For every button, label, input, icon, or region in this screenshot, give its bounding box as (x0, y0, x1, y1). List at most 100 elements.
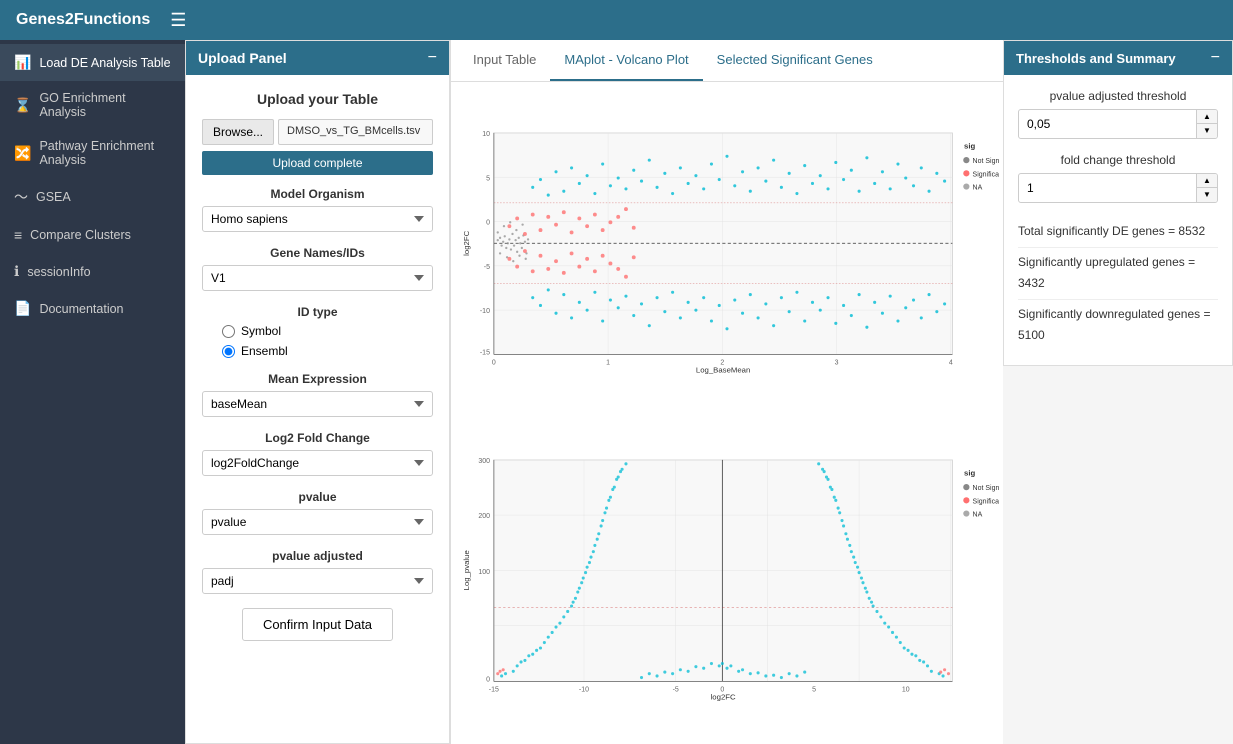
fc-down-spinner[interactable]: ▼ (1197, 188, 1217, 202)
mean-expression-select[interactable]: baseMean logCPM (202, 391, 433, 417)
pvalue-threshold-input[interactable] (1019, 112, 1196, 136)
svg-text:Log_BaseMean: Log_BaseMean (696, 365, 750, 374)
pvalue-threshold-label: pvalue adjusted threshold (1018, 89, 1218, 103)
tabs-bar: Input Table MAplot - Volcano Plot Select… (451, 40, 1003, 82)
file-upload-row: Browse... DMSO_vs_TG_BMcells.tsv (202, 119, 433, 145)
ensembl-radio[interactable] (222, 345, 235, 358)
fc-threshold-row: ▲ ▼ (1018, 173, 1218, 203)
sidebar-item-load-de[interactable]: 📊 Load DE Analysis Table (0, 44, 185, 81)
pvalue-group: pvalue pvalue PValue (202, 490, 433, 535)
stats-section: Total significantly DE genes = 8532 Sign… (1018, 217, 1218, 351)
gene-names-group: Gene Names/IDs V1 V2 V3 (202, 246, 433, 291)
mean-expression-label: Mean Expression (202, 372, 433, 386)
model-organism-group: Model Organism Homo sapiens Mus musculus… (202, 187, 433, 232)
svg-text:-5: -5 (484, 264, 490, 271)
svg-text:Significant: Significant (973, 498, 999, 505)
sidebar-item-label: GO Enrichment Analysis (39, 91, 171, 119)
go-enrichment-icon: ⌛ (14, 97, 31, 114)
sidebar-item-label: Documentation (39, 302, 123, 316)
svg-text:100: 100 (478, 569, 490, 576)
svg-text:sig: sig (964, 468, 975, 477)
mean-expression-group: Mean Expression baseMean logCPM (202, 372, 433, 417)
thresholds-body: pvalue adjusted threshold ▲ ▼ fold chang… (1004, 75, 1232, 365)
sidebar-item-pathway-enrichment[interactable]: 🔀 Pathway Enrichment Analysis (0, 129, 185, 177)
upload-panel: Upload Panel − Upload your Table Browse.… (185, 40, 450, 744)
svg-text:-10: -10 (579, 687, 589, 694)
file-name-display: DMSO_vs_TG_BMcells.tsv (278, 119, 433, 145)
svg-text:5: 5 (812, 687, 816, 694)
volcano-svg: 300 200 100 0 -15 -10 -5 0 5 10 (455, 413, 999, 740)
gene-names-select[interactable]: V1 V2 V3 (202, 265, 433, 291)
sidebar-item-label: sessionInfo (27, 265, 90, 279)
upload-section-title: Upload your Table (202, 91, 433, 107)
load-de-icon: 📊 (14, 54, 31, 71)
svg-text:log2FC: log2FC (462, 230, 471, 255)
svg-text:-10: -10 (480, 308, 490, 315)
tab-input-table[interactable]: Input Table (459, 40, 550, 81)
ensembl-label: Ensembl (241, 344, 288, 358)
symbol-radio[interactable] (222, 325, 235, 338)
fc-threshold-input[interactable] (1019, 176, 1196, 200)
thresholds-panel: Thresholds and Summary − pvalue adjusted… (1003, 40, 1233, 366)
sidebar-item-label: Pathway Enrichment Analysis (39, 139, 171, 167)
ensembl-radio-item: Ensembl (222, 344, 433, 358)
id-type-group: ID type Symbol Ensembl (202, 305, 433, 358)
sidebar-item-compare-clusters[interactable]: ≡ Compare Clusters (0, 217, 185, 253)
fc-spinners: ▲ ▼ (1196, 174, 1217, 202)
svg-text:Not Significant: Not Significant (973, 158, 999, 165)
charts-area: Input Table MAplot - Volcano Plot Select… (450, 40, 1003, 744)
sidebar-item-documentation[interactable]: 📄 Documentation (0, 290, 185, 327)
downregulated-stat: Significantly downregulated genes = 5100 (1018, 300, 1218, 351)
svg-text:log2FC: log2FC (711, 692, 736, 701)
model-organism-select[interactable]: Homo sapiens Mus musculus Rattus norvegi… (202, 206, 433, 232)
gsea-icon: 〜 (14, 187, 28, 207)
maplot-container: 10 5 0 -5 -10 -15 0 1 2 3 4 (455, 86, 999, 413)
sidebar: 📊 Load DE Analysis Table ⌛ GO Enrichment… (0, 40, 185, 744)
svg-text:200: 200 (478, 513, 490, 520)
confirm-input-button[interactable]: Confirm Input Data (242, 608, 393, 641)
svg-text:Significant: Significant (973, 171, 999, 178)
upload-panel-header: Upload Panel − (186, 41, 449, 75)
session-icon: ℹ (14, 263, 19, 280)
svg-text:NA: NA (973, 512, 983, 519)
pvalue-up-spinner[interactable]: ▲ (1197, 110, 1217, 124)
sidebar-item-label: Load DE Analysis Table (39, 56, 170, 70)
pvalue-adj-label: pvalue adjusted (202, 549, 433, 563)
thresholds-minimize[interactable]: − (1211, 49, 1220, 67)
sidebar-item-session-info[interactable]: ℹ sessionInfo (0, 253, 185, 290)
upload-panel-title: Upload Panel (198, 50, 287, 66)
sidebar-item-gsea[interactable]: 〜 GSEA (0, 177, 185, 217)
pvalue-spinners: ▲ ▼ (1196, 110, 1217, 138)
total-de-stat: Total significantly DE genes = 8532 (1018, 217, 1218, 248)
pvalue-threshold-row: ▲ ▼ (1018, 109, 1218, 139)
svg-text:3: 3 (835, 360, 839, 367)
pvalue-adj-select[interactable]: padj FDR (202, 568, 433, 594)
svg-text:10: 10 (482, 131, 490, 138)
brand-title: Genes2Functions (16, 11, 150, 29)
sidebar-item-label: Compare Clusters (30, 228, 131, 242)
navbar: Genes2Functions ☰ (0, 0, 1233, 40)
tab-sig-genes[interactable]: Selected Significant Genes (703, 40, 887, 81)
model-organism-label: Model Organism (202, 187, 433, 201)
thresholds-title: Thresholds and Summary (1016, 51, 1176, 66)
fc-up-spinner[interactable]: ▲ (1197, 174, 1217, 188)
right-area: Input Table MAplot - Volcano Plot Select… (450, 40, 1233, 744)
upload-complete-bar: Upload complete (202, 151, 433, 175)
sidebar-item-label: GSEA (36, 190, 71, 204)
sidebar-item-go-enrichment[interactable]: ⌛ GO Enrichment Analysis (0, 81, 185, 129)
charts-body: 10 5 0 -5 -10 -15 0 1 2 3 4 (451, 82, 1003, 744)
pvalue-select[interactable]: pvalue PValue (202, 509, 433, 535)
upload-panel-minimize[interactable]: − (428, 49, 437, 67)
svg-text:0: 0 (486, 676, 490, 683)
svg-text:300: 300 (478, 458, 490, 465)
compare-icon: ≡ (14, 227, 22, 243)
browse-button[interactable]: Browse... (202, 119, 274, 145)
svg-text:sig: sig (964, 141, 975, 150)
log2fc-select[interactable]: log2FoldChange logFC (202, 450, 433, 476)
doc-icon: 📄 (14, 300, 31, 317)
menu-icon[interactable]: ☰ (170, 10, 186, 31)
pvalue-down-spinner[interactable]: ▼ (1197, 124, 1217, 138)
svg-text:5: 5 (486, 175, 490, 182)
tab-maplot[interactable]: MAplot - Volcano Plot (550, 40, 702, 81)
svg-text:Not Significant: Not Significant (973, 485, 999, 492)
